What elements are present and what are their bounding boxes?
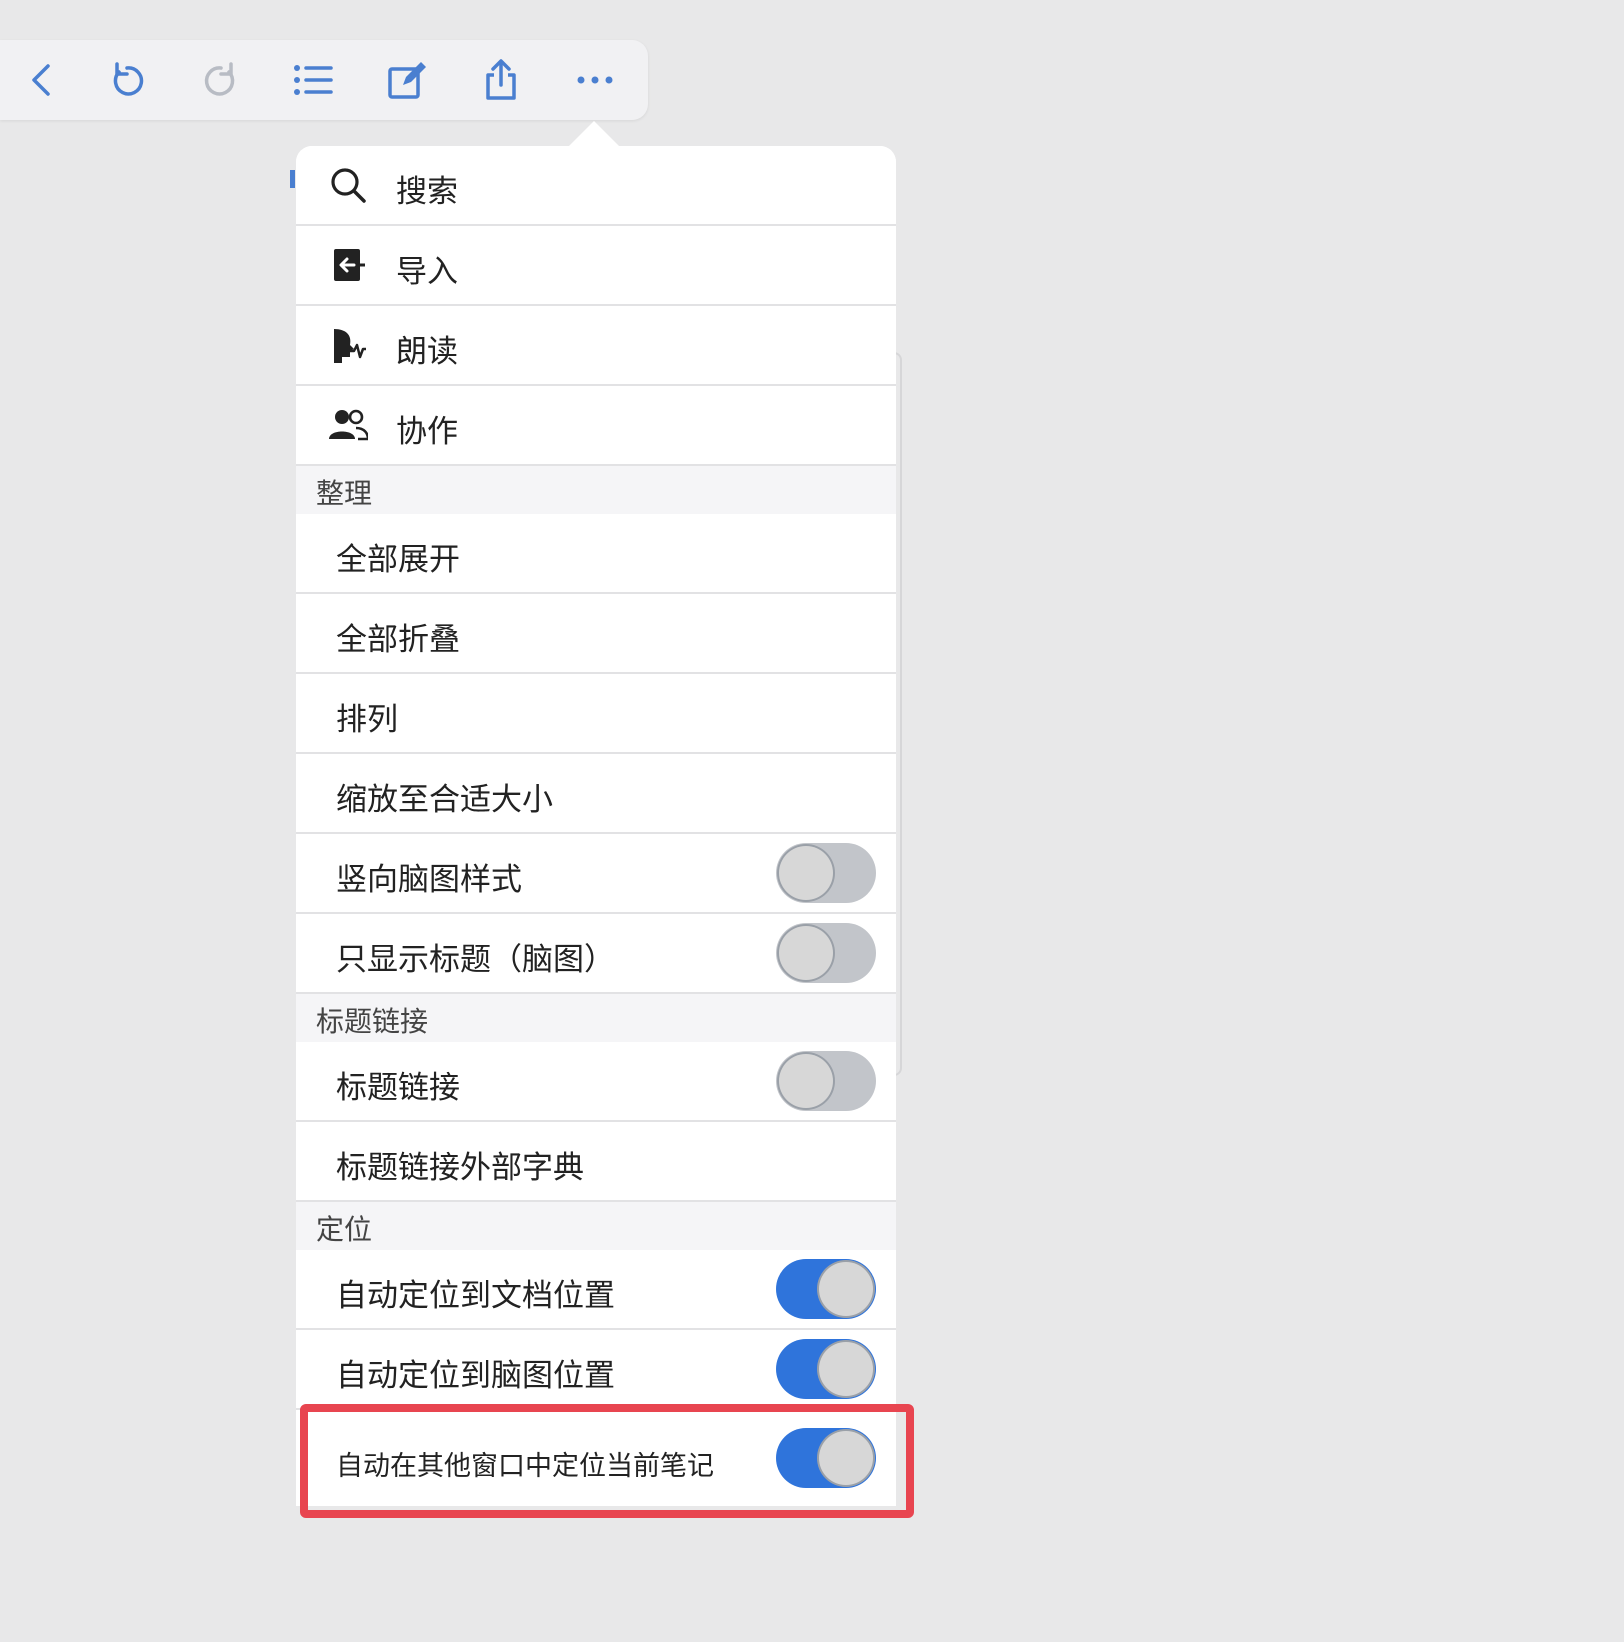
menu-item-label: 标题链接 xyxy=(336,1070,460,1106)
menu-item-title-link-dictionary[interactable]: 标题链接外部字典 xyxy=(296,1122,896,1202)
menu-item-label: 只显示标题（脑图） xyxy=(336,942,615,978)
toggle-knob xyxy=(779,846,833,900)
menu-item-label: 缩放至合适大小 xyxy=(336,782,553,818)
toolbar xyxy=(0,40,648,120)
undo-icon xyxy=(113,62,144,96)
menu-item-arrange[interactable]: 排列 xyxy=(296,674,896,754)
menu-item-title-link: 标题链接 xyxy=(296,1042,896,1122)
people-icon xyxy=(328,405,368,445)
menu-item-label: 搜索 xyxy=(396,174,458,210)
edit-button[interactable] xyxy=(382,56,432,104)
redo-button[interactable] xyxy=(196,56,246,104)
menu-item-label: 自动定位到文档位置 xyxy=(336,1278,615,1314)
redo-icon xyxy=(204,62,235,96)
outline-list-button[interactable] xyxy=(288,56,338,104)
menu-item-label: 朗读 xyxy=(396,334,458,370)
menu-item-label: 标题链接外部字典 xyxy=(336,1150,584,1186)
menu-item-label: 协作 xyxy=(396,414,458,450)
section-title: 标题链接 xyxy=(316,1005,429,1038)
share-button[interactable] xyxy=(476,56,526,104)
menu-item-collapse-all[interactable]: 全部折叠 xyxy=(296,594,896,674)
titles-only-toggle[interactable] xyxy=(776,923,876,983)
popover-arrow xyxy=(568,121,620,147)
menu-item-search[interactable]: 搜索 xyxy=(296,146,896,226)
menu-item-collaborate[interactable]: 协作 xyxy=(296,386,896,466)
menu-item-label: 自动在其他窗口中定位当前笔记 xyxy=(336,1451,714,1482)
more-menu-popover: 搜索 导入 朗读 协作 整理 全部展开 全部折叠 排列 缩放至合适大小 竖向脑图… xyxy=(296,146,896,1506)
section-title: 整理 xyxy=(316,477,373,510)
background-fragment xyxy=(290,170,295,188)
menu-item-locate-mindmap: 自动定位到脑图位置 xyxy=(296,1330,896,1410)
back-button[interactable] xyxy=(18,56,68,104)
menu-item-label: 竖向脑图样式 xyxy=(336,862,522,898)
menu-item-label: 自动定位到脑图位置 xyxy=(336,1358,615,1394)
menu-item-vertical-mindmap: 竖向脑图样式 xyxy=(296,834,896,914)
menu-item-expand-all[interactable]: 全部展开 xyxy=(296,514,896,594)
share-icon xyxy=(486,59,516,100)
vertical-mindmap-toggle[interactable] xyxy=(776,843,876,903)
back-chevron-icon xyxy=(32,64,50,96)
menu-item-locate-document: 自动定位到文档位置 xyxy=(296,1250,896,1330)
locate-mindmap-toggle[interactable] xyxy=(776,1339,876,1399)
more-button[interactable] xyxy=(570,56,620,104)
menu-item-import[interactable]: 导入 xyxy=(296,226,896,306)
menu-item-locate-other-windows: 自动在其他窗口中定位当前笔记 xyxy=(296,1410,896,1506)
list-icon xyxy=(294,65,333,95)
section-title: 定位 xyxy=(316,1213,373,1246)
title-link-toggle[interactable] xyxy=(776,1051,876,1111)
menu-item-label: 导入 xyxy=(396,254,458,290)
toggle-knob xyxy=(819,1431,873,1485)
menu-item-read-aloud[interactable]: 朗读 xyxy=(296,306,896,386)
search-icon xyxy=(328,165,368,205)
section-header-title-link: 标题链接 xyxy=(296,994,896,1042)
locate-other-windows-toggle[interactable] xyxy=(776,1428,876,1488)
menu-item-zoom-to-fit[interactable]: 缩放至合适大小 xyxy=(296,754,896,834)
section-header-locate: 定位 xyxy=(296,1202,896,1250)
menu-item-titles-only: 只显示标题（脑图） xyxy=(296,914,896,994)
read-aloud-icon xyxy=(328,325,368,365)
toggle-knob xyxy=(819,1342,873,1396)
import-icon xyxy=(328,245,368,285)
undo-button[interactable] xyxy=(102,56,152,104)
toggle-knob xyxy=(779,926,833,980)
section-header-organize: 整理 xyxy=(296,466,896,514)
edit-icon xyxy=(388,62,426,99)
menu-item-label: 排列 xyxy=(336,702,398,738)
menu-item-label: 全部展开 xyxy=(336,542,460,578)
menu-item-label: 全部折叠 xyxy=(336,622,460,658)
toggle-knob xyxy=(779,1054,833,1108)
toggle-knob xyxy=(819,1262,873,1316)
more-icon xyxy=(577,76,613,84)
locate-document-toggle[interactable] xyxy=(776,1259,876,1319)
